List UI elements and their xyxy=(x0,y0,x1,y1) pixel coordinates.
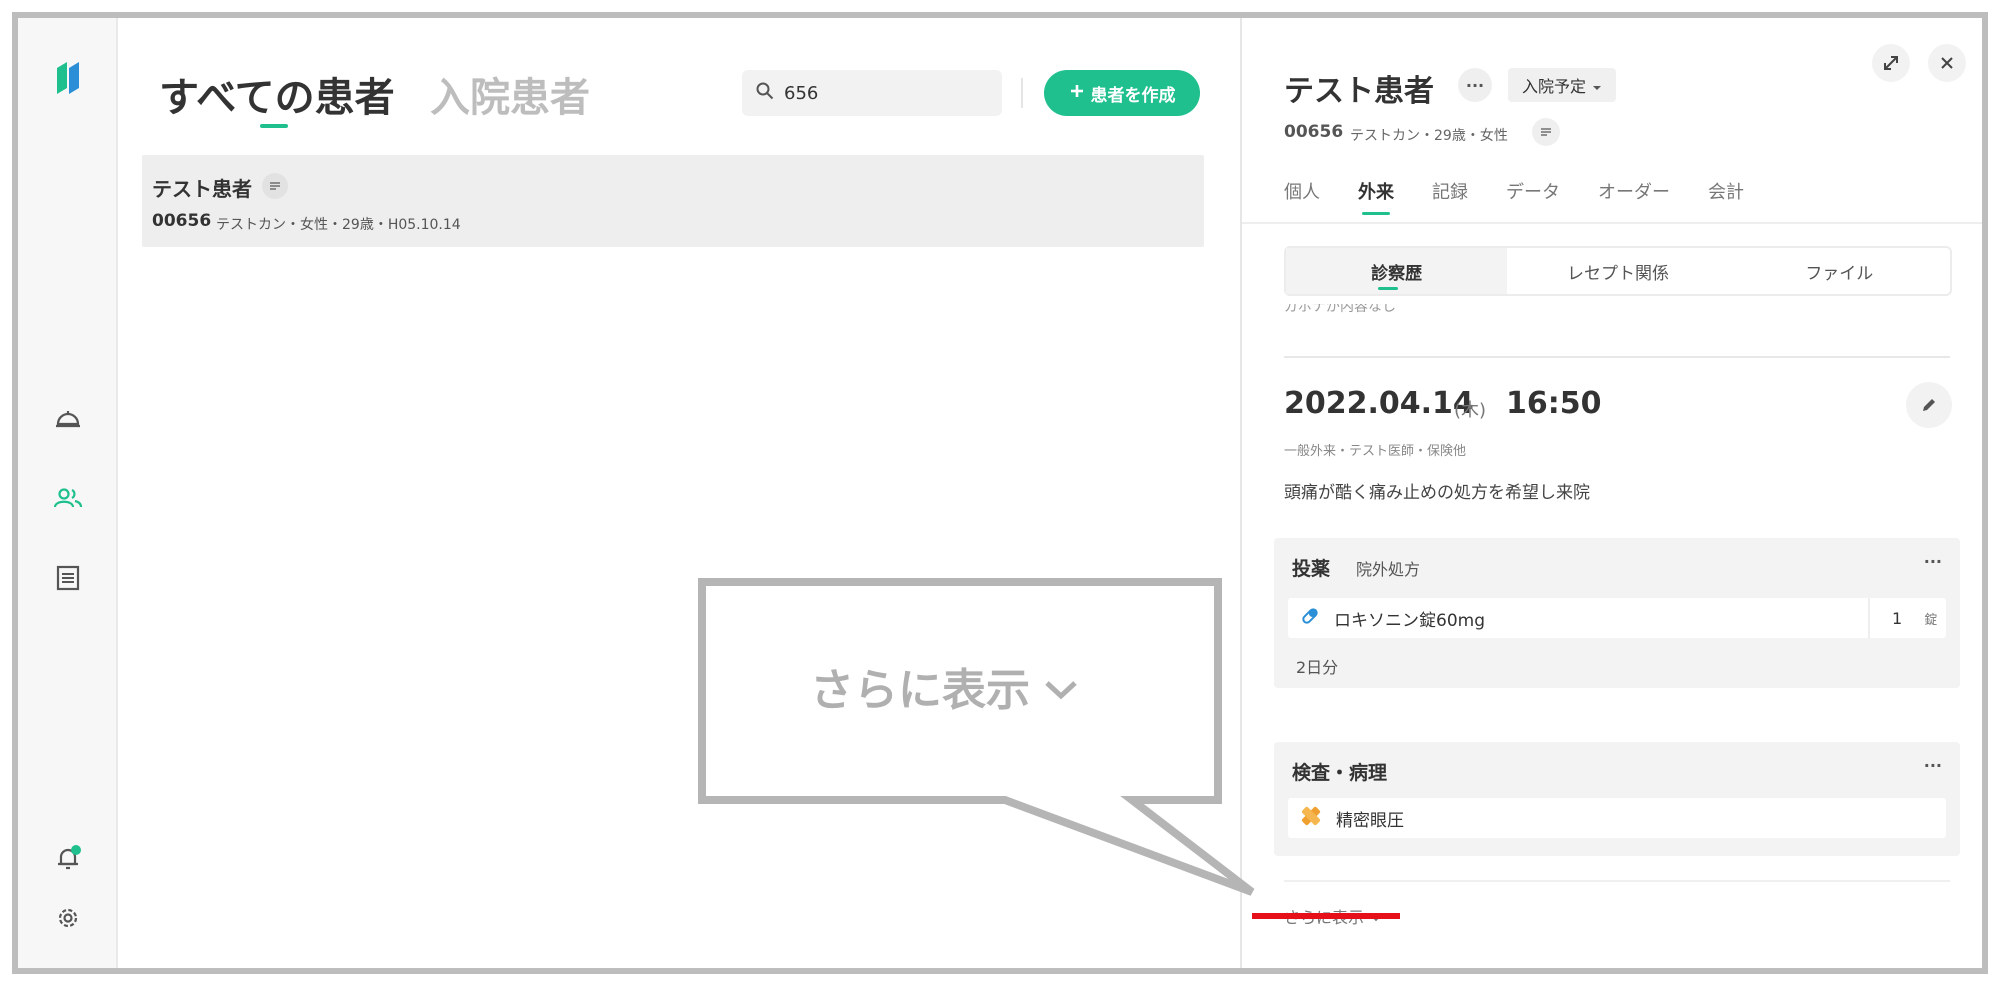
subtab-files[interactable]: ファイル xyxy=(1729,248,1950,294)
bottom-separator xyxy=(1284,880,1950,882)
records-list-icon[interactable] xyxy=(48,558,88,598)
tab-records[interactable]: 記録 xyxy=(1432,178,1468,204)
patient-list-pane: すべての患者 入院患者 患者を作成 テスト患者 xyxy=(118,18,1240,968)
medication-item[interactable]: ロキソニン錠60mg 1 錠 xyxy=(1288,598,1946,638)
exam-title: 検査・病理 xyxy=(1292,762,1388,784)
tab-orders[interactable]: オーダー xyxy=(1598,178,1670,204)
app-window: すべての患者 入院患者 患者を作成 テスト患者 xyxy=(12,12,1988,974)
create-patient-label: 患者を作成 xyxy=(1090,85,1176,106)
edit-pencil-icon[interactable] xyxy=(1906,382,1952,428)
toolbar-divider xyxy=(1021,78,1023,108)
tab-outpatient[interactable]: 外来 xyxy=(1358,178,1394,215)
exam-card: 検査・病理 ··· 精密眼圧 xyxy=(1274,742,1960,856)
tab-data[interactable]: データ xyxy=(1506,178,1560,204)
tab-all-patients[interactable]: すべての患者 xyxy=(159,68,395,128)
subtab-visit-history[interactable]: 診察歴 xyxy=(1286,248,1508,294)
active-tab-indicator xyxy=(260,124,288,128)
exam-name: 精密眼圧 xyxy=(1336,810,1404,831)
patient-name: テスト患者 xyxy=(152,177,252,201)
patient-detail-meta: テストカン・29歳・女性 xyxy=(1350,128,1508,144)
more-menu-button[interactable]: ··· xyxy=(1458,68,1492,102)
exam-more-button[interactable]: ··· xyxy=(1924,756,1942,775)
tabs-divider xyxy=(1242,222,1982,224)
highlight-underline xyxy=(1252,913,1400,919)
patient-list-item[interactable]: テスト患者 00656 テストカン・女性・29歳・H05.10.14 xyxy=(142,155,1204,247)
plus-icon xyxy=(1069,83,1085,104)
medication-card: 投薬 院外処方 ··· ロキソニン錠60mg 1 錠 2日分 xyxy=(1274,538,1960,688)
outpatient-subtabs: 診察歴 レセプト関係 ファイル xyxy=(1284,246,1952,296)
caret-down-icon xyxy=(1592,76,1602,95)
scrolled-partial-text: ガボナが内容なし xyxy=(1284,304,1396,314)
visit-date: 2022.04.14 xyxy=(1284,386,1474,421)
tab-personal[interactable]: 個人 xyxy=(1284,178,1320,204)
quantity-unit: 錠 xyxy=(1924,612,1938,628)
app-logo-icon[interactable] xyxy=(48,58,88,98)
reception-bell-icon[interactable] xyxy=(48,398,88,438)
medication-title: 投薬 xyxy=(1292,558,1331,580)
medication-more-button[interactable]: ··· xyxy=(1924,552,1942,571)
medication-days: 2日分 xyxy=(1296,658,1339,677)
search-box[interactable] xyxy=(742,70,1002,116)
visit-weekday: (木) xyxy=(1454,400,1487,421)
status-dropdown[interactable]: 入院予定 xyxy=(1508,68,1617,102)
settings-gear-icon[interactable] xyxy=(48,898,88,938)
patient-detail-panel: テスト患者 ··· 入院予定 00656 テストカン・29歳・女性 個人 外来 … xyxy=(1240,18,1982,968)
notification-bell-icon[interactable] xyxy=(48,838,88,878)
patient-meta: テストカン・女性・29歳・H05.10.14 xyxy=(216,217,461,233)
patient-detail-name: テスト患者 xyxy=(1284,74,1434,109)
sidebar xyxy=(18,18,118,968)
note-icon[interactable] xyxy=(262,173,288,199)
detail-tabs: 個人 外来 記録 データ オーダー 会計 xyxy=(1284,178,1782,215)
exam-item[interactable]: 精密眼圧 xyxy=(1288,798,1946,838)
note-icon[interactable] xyxy=(1532,118,1560,146)
create-patient-button[interactable]: 患者を作成 xyxy=(1044,70,1200,116)
close-icon[interactable] xyxy=(1928,44,1966,82)
tab-inpatients[interactable]: 入院患者 xyxy=(430,68,590,128)
quantity-value: 1 xyxy=(1892,608,1903,628)
expand-icon[interactable] xyxy=(1872,44,1910,82)
search-icon xyxy=(756,82,774,104)
search-input[interactable] xyxy=(784,82,984,104)
status-label: 入院予定 xyxy=(1522,77,1587,96)
patient-id: 00656 xyxy=(152,211,212,231)
lab-bandage-icon xyxy=(1300,805,1322,831)
medication-name: ロキソニン錠60mg xyxy=(1334,610,1485,631)
subtab-receipt[interactable]: レセプト関係 xyxy=(1507,248,1728,294)
patients-icon[interactable] xyxy=(48,478,88,518)
visit-separator xyxy=(1284,356,1950,358)
visit-chief-complaint: 頭痛が酷く痛み止めの処方を希望し来院 xyxy=(1284,483,1590,503)
visit-time: 16:50 xyxy=(1506,386,1602,421)
pill-icon xyxy=(1300,606,1320,630)
medication-type: 院外処方 xyxy=(1356,560,1421,579)
patient-detail-id: 00656 xyxy=(1284,122,1344,142)
tab-billing[interactable]: 会計 xyxy=(1708,178,1744,204)
medication-quantity: 1 錠 xyxy=(1868,598,1946,638)
visit-meta: 一般外来・テスト医師・保険他 xyxy=(1284,444,1467,459)
